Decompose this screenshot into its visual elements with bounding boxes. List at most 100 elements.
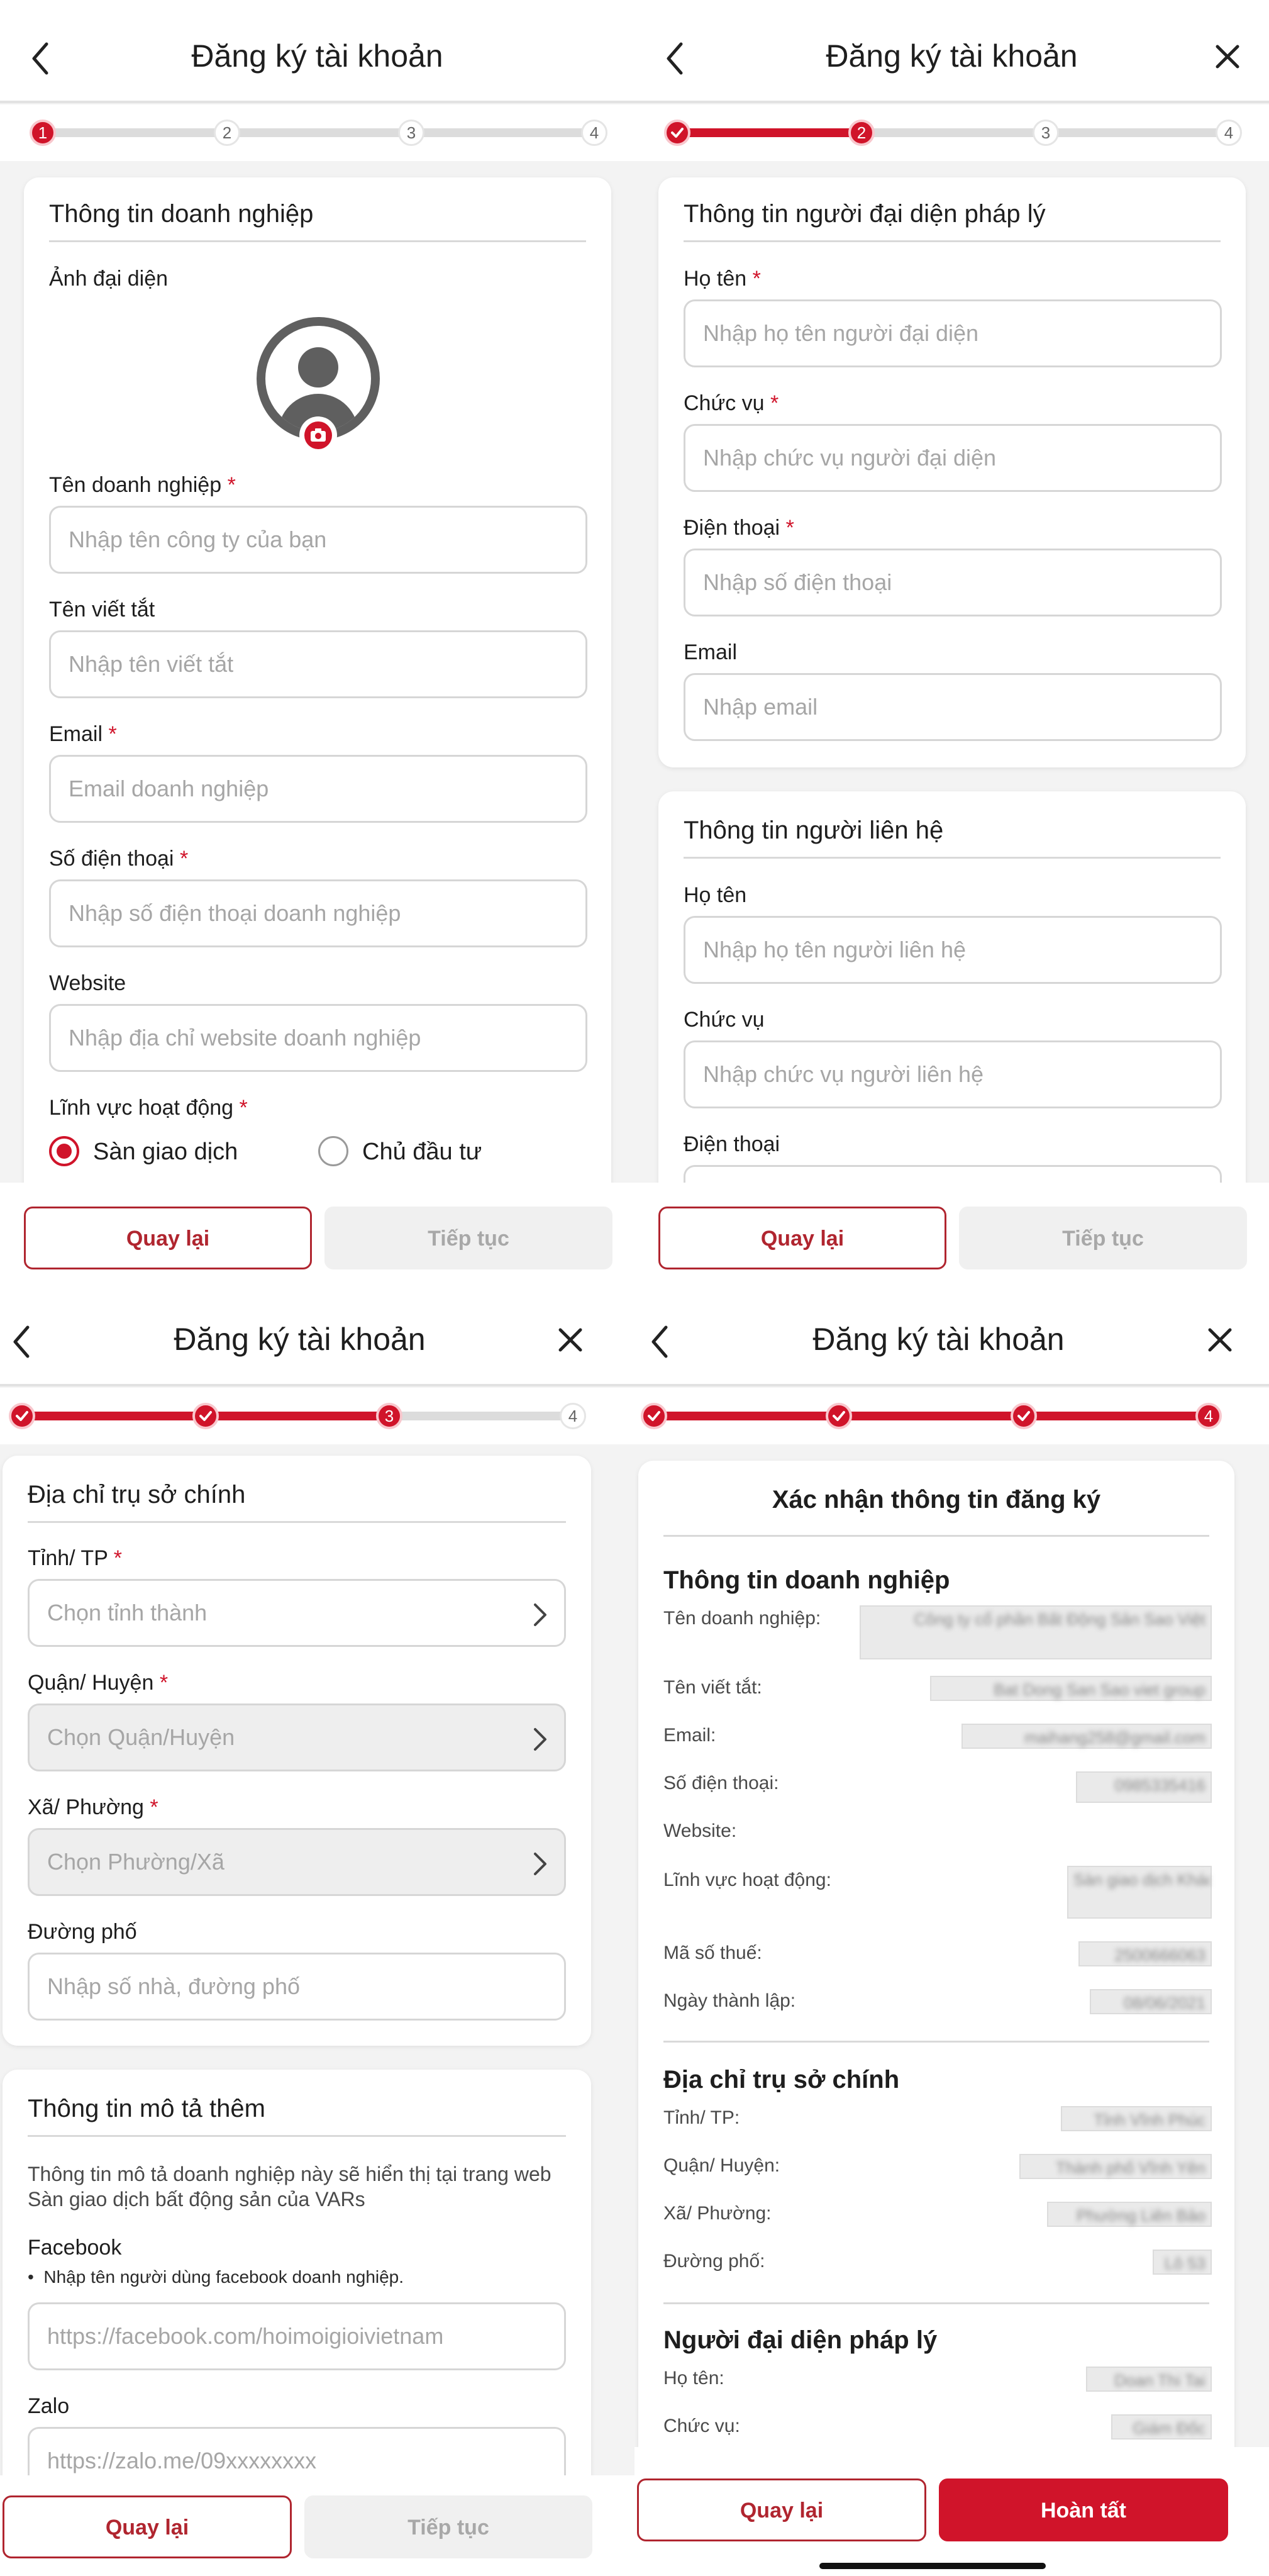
header: Đăng ký tài khoản (634, 1283, 1269, 1386)
district-label: Quận/ Huyện * (28, 1671, 169, 1695)
contact-position-input[interactable]: Nhập chức vụ người liên hệ (684, 1040, 1222, 1108)
radio-investor-label: Chủ đầu tư (362, 1139, 482, 1165)
footer-bar: Quay lại Tiếp tục (0, 1183, 634, 1283)
website-input[interactable]: Nhập địa chỉ website doanh nghiệp (49, 1004, 587, 1072)
row-value: Bat Dong San Sao viet group (930, 1676, 1212, 1701)
website-label: Website (49, 971, 126, 995)
section-address-title: Địa chỉ trụ sở chính (663, 2066, 900, 2094)
province-label: Tỉnh/ TP * (28, 1546, 122, 1570)
row-value: Thành phố Vĩnh Yên (1019, 2154, 1212, 2179)
footer-bar: Quay lại Tiếp tục (0, 2475, 634, 2576)
row-label: Mã số thuế: (663, 1943, 762, 1963)
step-2-done-check-icon (826, 1403, 852, 1429)
row-value: 0985335416 (1076, 1771, 1212, 1803)
ward-select[interactable]: Chọn Phường/Xã (28, 1828, 566, 1896)
progress-stepper: 2 3 4 (634, 104, 1269, 161)
legal-rep-card: Thông tin người đại diện pháp lý Họ tên … (658, 177, 1246, 767)
district-select[interactable]: Chọn Quận/Huyện (28, 1703, 566, 1771)
contact-phone-label: Điện thoại (684, 1132, 780, 1156)
row-label: Quận/ Huyện: (663, 2155, 780, 2176)
facebook-hint: • Nhập tên người dùng facebook doanh ngh… (28, 2267, 404, 2287)
step-1-done-check-icon (664, 120, 690, 146)
row-value: Giám Đốc (1111, 2414, 1212, 2439)
continue-button[interactable]: Tiếp tục (304, 2495, 592, 2558)
progress-stepper: 4 (634, 1388, 1269, 1444)
row-label: Đường phố: (663, 2251, 765, 2272)
step-2-indicator: 2 (214, 120, 240, 146)
close-icon[interactable] (1214, 43, 1241, 70)
back-button[interactable]: Quay lại (658, 1207, 946, 1269)
email-input[interactable]: Email doanh nghiệp (49, 755, 587, 823)
province-select[interactable]: Chọn tỉnh thành (28, 1579, 566, 1647)
facebook-input[interactable]: https://facebook.com/hoimoigioivietnam (28, 2302, 566, 2370)
row-label: Tên viết tắt: (663, 1677, 762, 1698)
phone-input[interactable]: Nhập số điện thoại doanh nghiệp (49, 879, 587, 947)
chevron-right-icon (534, 1603, 546, 1626)
company-name-input[interactable]: Nhập tên công ty của bạn (49, 506, 587, 574)
header: Đăng ký tài khoản (0, 1283, 634, 1386)
step-3-done-check-icon (1011, 1403, 1037, 1429)
short-name-input[interactable]: Nhập tên viết tắt (49, 630, 587, 698)
row-value: Doan Thi Tai (1086, 2367, 1212, 2392)
row-label: Tên doanh nghiệp: (663, 1608, 821, 1629)
section-business-title: Thông tin doanh nghiệp (663, 1566, 950, 1594)
chevron-right-icon (534, 1728, 546, 1751)
step-1-indicator: 1 (30, 120, 56, 146)
progress-stepper: 1 2 3 4 (0, 104, 634, 161)
step-3-indicator: 3 (398, 120, 424, 146)
row-value: Tỉnh Vĩnh Phúc (1061, 2106, 1212, 2131)
company-name-label: Tên doanh nghiệp * (49, 473, 236, 497)
page-title: Đăng ký tài khoản (191, 38, 443, 74)
confirm-card: Xác nhận thông tin đăng ký Thông tin doa… (638, 1461, 1234, 2530)
card-title: Thông tin mô tả thêm (28, 2095, 265, 2122)
rep-name-input[interactable]: Nhập họ tên người đại diện (684, 299, 1222, 367)
rep-email-label: Email (684, 640, 738, 664)
row-label: Tỉnh/ TP: (663, 2107, 740, 2128)
back-button[interactable]: Quay lại (3, 2495, 292, 2558)
card-title: Thông tin doanh nghiệp (49, 200, 314, 228)
step-2-indicator: 2 (848, 120, 875, 146)
rep-position-input[interactable]: Nhập chức vụ người đại diện (684, 424, 1222, 492)
row-label: Chức vụ: (663, 2416, 740, 2436)
ward-label: Xã/ Phường * (28, 1795, 158, 1819)
street-input[interactable]: Nhập số nhà, đường phố (28, 1953, 566, 2021)
finish-button[interactable]: Hoàn tất (939, 2478, 1228, 2541)
radio-investor[interactable] (318, 1136, 348, 1166)
step-4-indicator: 4 (1195, 1403, 1222, 1429)
footer-bar: Quay lại Tiếp tục (634, 1183, 1269, 1283)
avatar-label: Ảnh đại diện (49, 267, 169, 291)
rep-email-input[interactable]: Nhập email (684, 673, 1222, 741)
zalo-label: Zalo (28, 2394, 70, 2418)
back-button[interactable]: Quay lại (637, 2478, 926, 2541)
header: Đăng ký tài khoản (634, 0, 1269, 103)
row-value: 08/06/2021 (1090, 1989, 1212, 2014)
card-title: Thông tin người liên hệ (684, 817, 944, 844)
row-label: Số điện thoại: (663, 1773, 779, 1793)
progress-stepper: 3 4 (0, 1388, 634, 1444)
phone-label: Số điện thoại * (49, 847, 189, 871)
step-1-done-check-icon (641, 1403, 667, 1429)
row-label: Website: (663, 1820, 737, 1841)
screen-step-1: Đăng ký tài khoản 1 2 3 4 Thông tin doan… (0, 0, 634, 1283)
row-value: Lô 53 (1153, 2250, 1212, 2275)
step-1-done-check-icon (9, 1403, 35, 1429)
screen-step-3: Đăng ký tài khoản 3 4 Địa chỉ trụ sở chí… (0, 1283, 634, 2576)
activity-label: Lĩnh vực hoạt động * (49, 1096, 248, 1120)
back-button[interactable]: Quay lại (24, 1207, 312, 1269)
camera-icon[interactable] (299, 416, 337, 454)
header: Đăng ký tài khoản (0, 0, 634, 103)
row-value: Phường Liên Bảo (1047, 2202, 1212, 2227)
page-title: Đăng ký tài khoản (812, 1322, 1065, 1357)
row-value: maihang258@gmail.com (961, 1724, 1212, 1749)
chevron-right-icon (534, 1853, 546, 1875)
continue-button[interactable]: Tiếp tục (324, 1207, 612, 1269)
row-label: Xã/ Phường: (663, 2203, 772, 2224)
radio-exchange[interactable] (49, 1136, 79, 1166)
contact-name-input[interactable]: Nhập họ tên người liên hệ (684, 916, 1222, 984)
facebook-label: Facebook (28, 2236, 122, 2260)
close-icon[interactable] (557, 1326, 584, 1354)
continue-button[interactable]: Tiếp tục (959, 1207, 1247, 1269)
rep-phone-input[interactable]: Nhập số điện thoại (684, 549, 1222, 616)
step-4-indicator: 4 (581, 120, 607, 146)
close-icon[interactable] (1206, 1326, 1234, 1354)
